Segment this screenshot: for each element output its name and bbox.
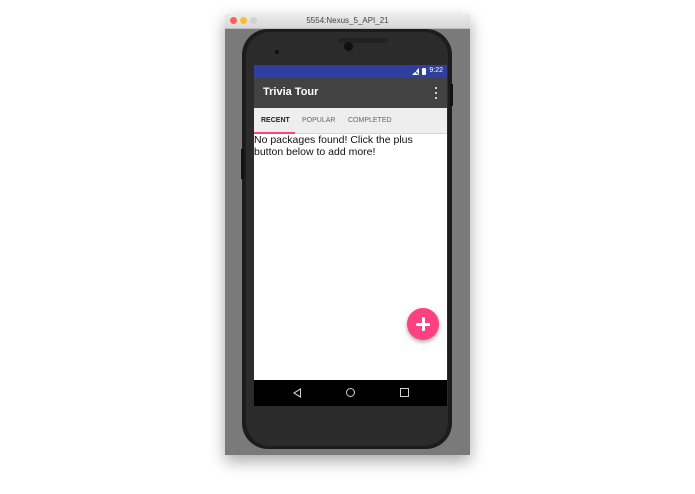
status-bar: 9:22 [254,65,447,78]
emulator-window: 5554:Nexus_5_API_21 9:22 Trivia Tour REC… [225,14,470,455]
phone-screen: 9:22 Trivia Tour RECENT POPULAR COMPLETE… [254,65,447,406]
phone-body: 9:22 Trivia Tour RECENT POPULAR COMPLETE… [246,32,448,446]
proximity-sensor [275,50,279,54]
status-time: 9:22 [429,67,443,74]
tab-completed[interactable]: COMPLETED [348,117,392,124]
home-icon[interactable] [346,388,355,397]
battery-icon [422,67,427,75]
overflow-menu-icon[interactable] [435,87,438,99]
power-button[interactable] [450,84,453,106]
tab-bar: RECENT POPULAR COMPLETED [254,108,447,134]
tab-recent[interactable]: RECENT [261,117,290,124]
window-title: 5554:Nexus_5_API_21 [306,16,389,25]
empty-state-message: No packages found! Click the plus button… [254,134,413,158]
app-bar: Trivia Tour [254,78,447,108]
phone-frame: 9:22 Trivia Tour RECENT POPULAR COMPLETE… [241,29,453,449]
signal-icon [412,67,420,75]
window-titlebar[interactable]: 5554:Nexus_5_API_21 [225,14,470,29]
app-title: Trivia Tour [263,86,319,98]
tab-popular[interactable]: POPULAR [302,117,335,124]
navigation-bar [254,380,447,406]
back-icon[interactable] [293,388,301,398]
volume-button[interactable] [241,149,244,179]
add-package-button[interactable] [407,308,439,340]
front-camera [344,42,353,51]
recents-icon[interactable] [400,388,409,397]
